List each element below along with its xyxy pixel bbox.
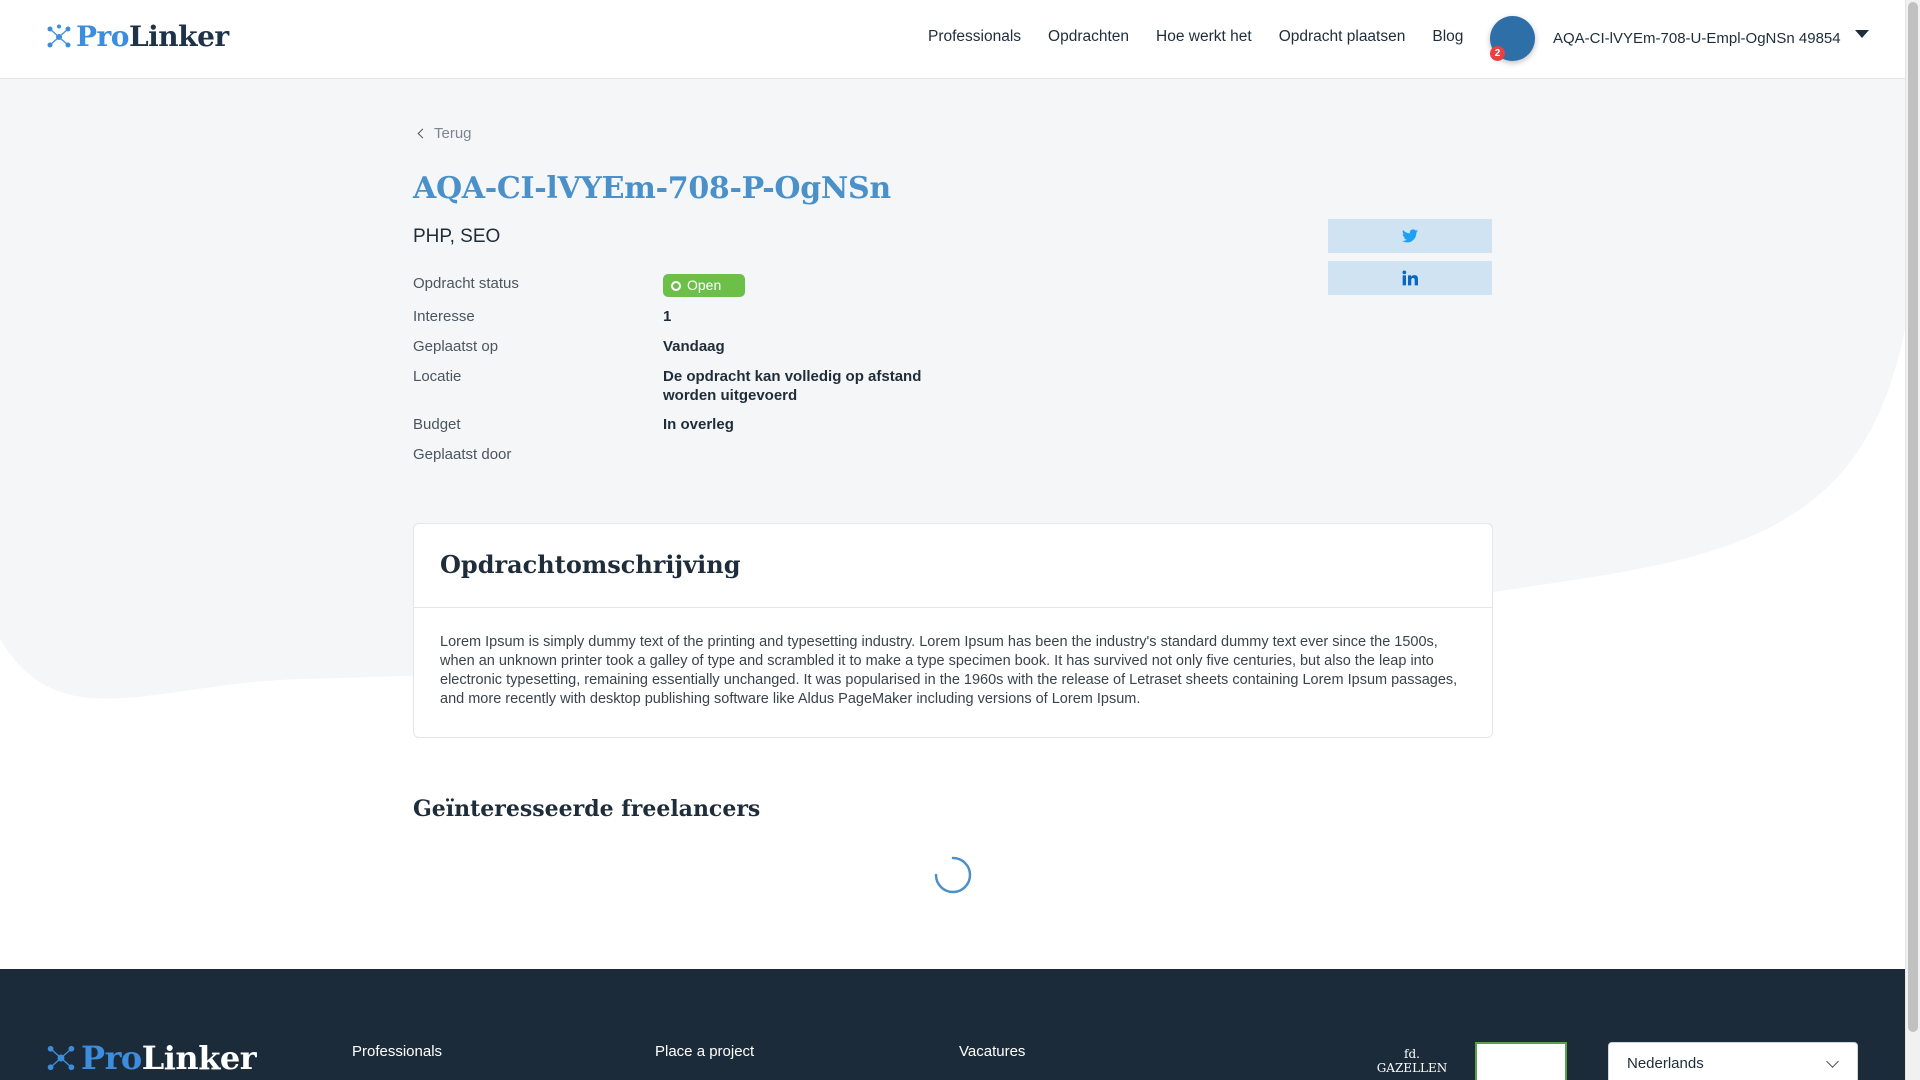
language-select[interactable]: Nederlands [1608, 1042, 1858, 1080]
chevron-left-icon [417, 128, 428, 139]
detail-label: Locatie [413, 368, 462, 385]
fd-gazellen-award: fd. GAZELLEN [1376, 1047, 1448, 1075]
detail-label: Interesse [413, 308, 475, 325]
back-link[interactable]: Terug [413, 125, 472, 142]
skills-list: PHP, SEO [413, 226, 501, 247]
detail-value: De opdracht kan volledig op afstand word… [663, 368, 922, 404]
footer-link-place-project[interactable]: Place a project [655, 1043, 754, 1060]
user-name[interactable]: AQA-CI-lVYEm-708-U-Empl-OgNSn 49854 [1553, 30, 1841, 47]
nav-opdracht-plaatsen[interactable]: Opdracht plaatsen [1279, 28, 1406, 46]
detail-row-budget: Budget In overleg [413, 415, 923, 435]
nav-hoe-werkt-het[interactable]: Hoe werkt het [1156, 28, 1252, 46]
site-footer: ProLinker Professionals Place a project … [0, 969, 1905, 1080]
share-twitter-button[interactable] [1328, 219, 1492, 253]
interested-freelancers-title: Geïnteresseerde freelancers [413, 796, 761, 822]
footer-logo[interactable]: ProLinker [46, 1039, 257, 1077]
footer-link-professionals[interactable]: Professionals [352, 1043, 442, 1060]
molecule-icon [47, 1045, 75, 1071]
main-nav: Professionals Opdrachten Hoe werkt het O… [928, 28, 1490, 46]
logo-pro-text: Pro [76, 20, 129, 53]
status-badge: Open [663, 274, 746, 297]
detail-label: Geplaatst door [413, 446, 512, 463]
detail-value: 1 [663, 308, 672, 325]
twitter-icon [1402, 229, 1418, 243]
detail-row-status: Opdracht status Open [413, 274, 923, 297]
detail-label: Budget [413, 416, 461, 433]
language-selected: Nederlands [1627, 1055, 1704, 1072]
detail-value: Vandaag [663, 338, 725, 355]
status-dot-icon [671, 280, 681, 291]
footer-logo-linker: Linker [141, 1039, 257, 1077]
page-title: AQA-CI-lVYEm-708-P-OgNSn [413, 171, 891, 206]
detail-row-interesse: Interesse 1 [413, 307, 923, 327]
status-text: Open [687, 277, 722, 293]
detail-value: In overleg [663, 416, 734, 433]
description-title: Opdrachtomschrijving [414, 524, 1492, 608]
description-card: Opdrachtomschrijving Lorem Ipsum is simp… [413, 523, 1493, 738]
share-linkedin-button[interactable] [1328, 261, 1492, 295]
detail-label: Geplaatst op [413, 338, 499, 355]
notification-badge: 2 [1490, 46, 1505, 61]
avatar[interactable]: 2 [1490, 16, 1535, 61]
prolinker-logo[interactable]: ProLinker [46, 20, 229, 53]
nav-professionals[interactable]: Professionals [928, 28, 1021, 46]
description-text: Lorem Ipsum is simply dummy text of the … [440, 634, 1458, 707]
linkedin-icon [1402, 270, 1418, 286]
chevron-down-icon [1826, 1055, 1839, 1068]
project-details: Opdracht status Open Interesse 1 Geplaat… [413, 274, 923, 475]
detail-value [663, 445, 923, 465]
footer-logo-pro: Pro [81, 1039, 142, 1077]
scrollbar[interactable] [1905, 0, 1920, 1080]
logo-linker-text: Linker [128, 20, 229, 53]
detail-row-geplaatst-op: Geplaatst op Vandaag [413, 337, 923, 357]
footer-link-vacatures[interactable]: Vacatures [959, 1043, 1025, 1060]
detail-row-geplaatst-door: Geplaatst door [413, 445, 923, 465]
detail-label: Opdracht status [413, 275, 519, 292]
detail-row-locatie: Locatie De opdracht kan volledig op afst… [413, 367, 923, 405]
nav-opdrachten[interactable]: Opdrachten [1048, 28, 1129, 46]
freelancer-award-badge [1475, 1042, 1567, 1080]
user-menu[interactable]: 2 AQA-CI-lVYEm-708-U-Empl-OgNSn 49854 [1490, 16, 1869, 61]
back-label[interactable]: Terug [434, 125, 472, 142]
loading-spinner-icon [934, 856, 972, 894]
caret-down-icon[interactable] [1854, 29, 1869, 38]
scrollbar-thumb[interactable] [1908, 2, 1918, 1032]
site-header: ProLinker Professionals Opdrachten Hoe w… [0, 0, 1905, 79]
molecule-icon [47, 24, 71, 47]
nav-blog[interactable]: Blog [1432, 28, 1463, 46]
